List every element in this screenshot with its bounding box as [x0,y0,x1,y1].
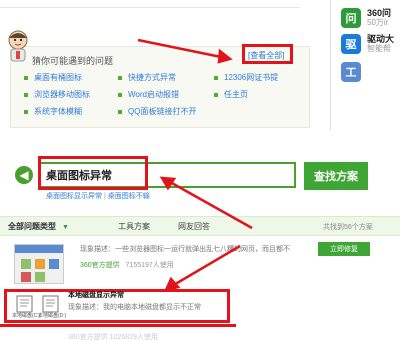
highlight-underline [0,324,236,327]
right-sidebar: 问 360问 50万ir 驱 驱动大 智能帮 工 [330,0,400,130]
bullet-icon [118,75,122,80]
find-solution-button[interactable]: 查找方案 [304,162,368,190]
top-divider [0,0,300,8]
tab-answers[interactable]: 网友回答 [178,221,210,232]
driver-icon: 驱 [341,34,361,54]
back-arrow-icon[interactable]: ◀ [15,166,33,184]
problem-item[interactable]: Word启动报错 [118,89,179,100]
sidebar-item-question[interactable]: 问 360问 50万ir [341,6,400,34]
related-link[interactable]: 桌面图标显示异常 [46,193,102,200]
disk-icon: 本地磁盘(C:) [12,295,40,319]
sidebar-item-driver[interactable]: 驱 驱动大 智能帮 [341,32,400,60]
problems-title: 猜你可能遇到的问题 [32,56,114,66]
mascot-icon [8,30,28,62]
problem-item[interactable]: 浏览器移动图标 [24,89,90,100]
bullet-icon [118,109,122,114]
disk-icon: 本地磁盘(D:) [38,295,66,319]
repair-now-button[interactable]: 立即修复 [318,242,370,256]
result-title-link[interactable]: 本地磁盘显示异常 [68,290,124,300]
problem-item[interactable]: 系统字体模糊 [24,106,82,117]
bullet-icon [24,92,28,97]
problem-item[interactable]: QQ面板链接打不开 [118,106,196,117]
bullet-icon [24,75,28,80]
highlight-box-search [38,156,148,190]
problem-item[interactable]: 任主页 [214,89,248,100]
related-link[interactable]: 桌面图标不输 [108,193,150,200]
tab-tools[interactable]: 工具方案 [118,221,150,232]
browser-screenshot-thumbnail [14,244,64,284]
result-meta: 360官方提供 7155197人使用 [80,262,174,269]
result-description: 现象描述：我的电脑本地磁盘都显示不正常 [68,304,201,311]
result-item: 本地磁盘(C:) 本地磁盘(D:) 本地磁盘显示异常 现象描述：我的电脑本地磁盘… [0,288,400,341]
problem-item[interactable]: 快捷方式异常 [118,72,176,83]
related-searches: 桌面图标显示异常 | 桌面图标不输 [46,193,150,200]
tab-all-problem-types[interactable]: 全部问题类型 ▼ [8,221,69,232]
result-description: 现象描述：一些浏览器图标一运行就弹出乱七八糟的网页，而且都不 [80,246,290,253]
highlight-box-view-all [242,44,293,64]
result-meta: 360官方提供 1026829人使用 [68,334,158,341]
bullet-icon [118,92,122,97]
question-bubble-icon: 问 [341,8,361,28]
chevron-down-icon: ▼ [62,224,69,231]
problem-item[interactable]: 桌面有桶图标 [24,72,82,83]
sidebar-item-tool[interactable]: 工 [341,60,400,88]
bullet-icon [24,109,28,114]
problem-item[interactable]: 12306网证书提 [214,72,278,83]
tool-icon: 工 [341,62,361,82]
sidebar-item-sub: 50万ir [367,18,389,27]
bullet-icon [214,75,218,80]
sidebar-item-sub: 智能帮 [367,44,391,53]
result-item: 现象描述：一些浏览器图标一运行就弹出乱七八糟的网页，而且都不 360官方提供 7… [10,238,400,286]
filter-tabs-bar: 全部问题类型 ▼ 工具方案 网友回答 共找到56个方案 [0,216,400,236]
bullet-icon [214,92,218,97]
result-count: 共找到56个方案 [323,224,373,231]
